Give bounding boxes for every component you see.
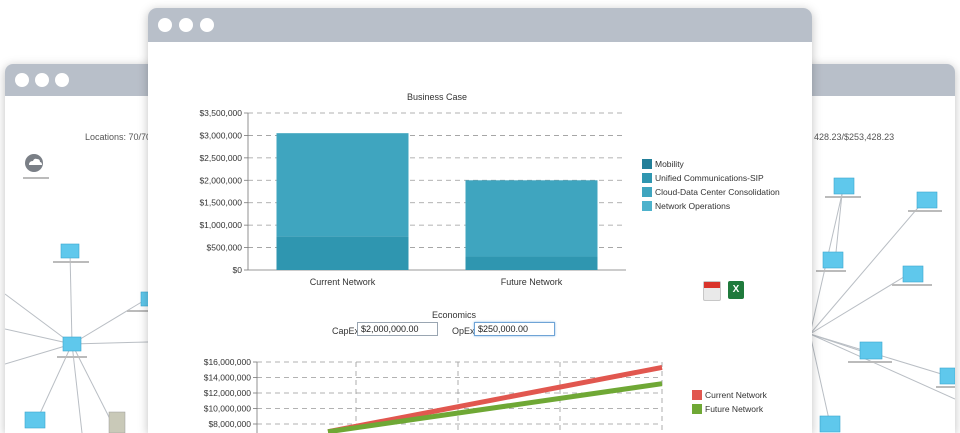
- y-tick-label: $14,000,000: [204, 373, 252, 383]
- bar-segment: [276, 236, 409, 270]
- legend-swatch: [642, 159, 652, 169]
- site-node-icon: [859, 341, 883, 360]
- legend-label: Current Network: [705, 390, 767, 400]
- y-tick-label: $16,000,000: [204, 357, 252, 367]
- y-tick-label: $0: [233, 265, 243, 275]
- opex-input[interactable]: [474, 322, 555, 336]
- bar-segment: [276, 133, 409, 237]
- legend-label: Mobility: [655, 159, 684, 169]
- legend-label: Cloud-Data Center Consolidation: [655, 187, 780, 197]
- server-node-icon: [108, 411, 126, 433]
- y-tick-label: $1,500,000: [199, 198, 242, 208]
- bar-segment: [465, 180, 598, 257]
- pdf-export-icon[interactable]: [703, 281, 721, 301]
- excel-export-icon[interactable]: X: [728, 281, 744, 299]
- legend-swatch: [692, 404, 702, 414]
- legend-swatch: [642, 187, 652, 197]
- window-dot: [158, 18, 172, 32]
- business-case-window: Business Case $0 $500,000 $1,000,000 $1,500,…: [148, 8, 812, 433]
- legend-swatch: [692, 390, 702, 400]
- capex-input[interactable]: [357, 322, 438, 336]
- window-dot: [200, 18, 214, 32]
- y-tick-label: $3,500,000: [199, 108, 242, 118]
- legend-item-current: Current Network: [692, 388, 767, 402]
- site-node-icon: [822, 251, 844, 269]
- x-tick-label: Future Network: [501, 277, 563, 287]
- site-node-icon: [916, 191, 938, 209]
- legend-label: Network Operations: [655, 201, 731, 211]
- legend-label: Future Network: [705, 404, 764, 414]
- legend-item-ucsip: Unified Communications-SIP: [642, 171, 780, 185]
- legend-item-future: Future Network: [692, 402, 767, 416]
- y-tick-label: $2,000,000: [199, 175, 242, 185]
- business-case-chart: Business Case $0 $500,000 $1,000,000 $1,500,…: [199, 92, 626, 287]
- legend-item-cloud: Cloud-Data Center Consolidation: [642, 185, 780, 199]
- site-node-icon: [62, 336, 82, 352]
- chart-title: Business Case: [407, 92, 467, 102]
- site-node-icon: [60, 243, 80, 259]
- legend-swatch: [642, 173, 652, 183]
- site-node-icon: [833, 177, 855, 195]
- legend-swatch: [642, 201, 652, 211]
- y-tick-label: $3,000,000: [199, 130, 242, 140]
- site-node-icon: [24, 411, 46, 429]
- site-node-icon: [939, 367, 955, 385]
- y-tick-label: $2,500,000: [199, 153, 242, 163]
- cloud-node-icon: [25, 154, 43, 172]
- y-tick-label: $8,000,000: [208, 419, 251, 429]
- y-tick-label: $500,000: [207, 243, 243, 253]
- x-tick-label: Current Network: [310, 277, 376, 287]
- y-tick-label: $12,000,000: [204, 388, 252, 398]
- chart-title: Economics: [432, 310, 477, 320]
- site-node-icon: [819, 415, 841, 433]
- y-tick-label: $1,000,000: [199, 220, 242, 230]
- main-window-titlebar: [148, 8, 812, 42]
- bar-segment: [465, 256, 598, 270]
- business-case-legend: Mobility Unified Communications-SIP Clou…: [642, 157, 780, 213]
- economics-legend: Current Network Future Network: [692, 388, 767, 416]
- window-dot: [179, 18, 193, 32]
- y-tick-label: $10,000,000: [204, 404, 252, 414]
- legend-item-mobility: Mobility: [642, 157, 780, 171]
- site-node-icon: [902, 265, 924, 283]
- charts-area: Business Case $0 $500,000 $1,000,000 $1,500,…: [199, 92, 663, 433]
- series-line: [327, 381, 663, 433]
- legend-label: Unified Communications-SIP: [655, 173, 764, 183]
- legend-item-netops: Network Operations: [642, 199, 780, 213]
